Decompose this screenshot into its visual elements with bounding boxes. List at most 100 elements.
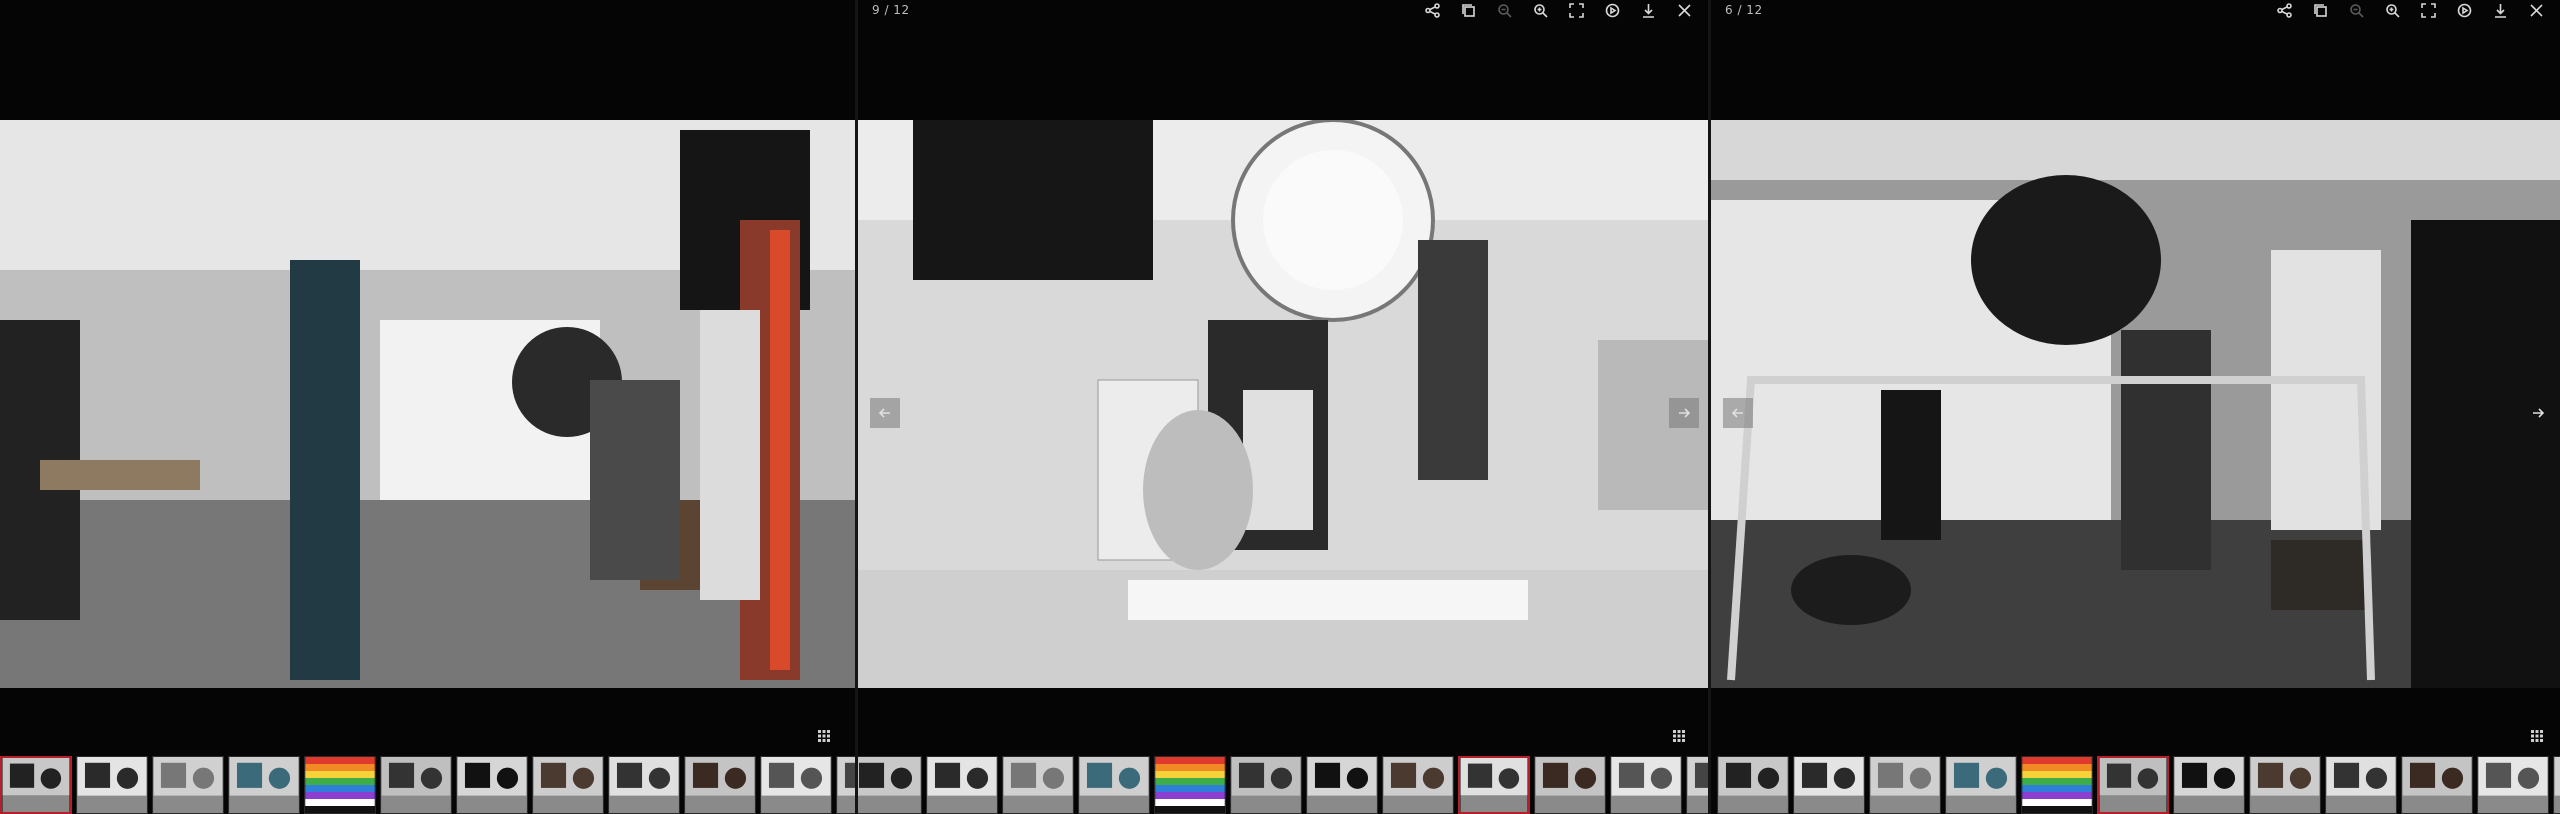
thumbnail-image [1870, 757, 1940, 813]
fullscreen-button[interactable] [2410, 0, 2446, 20]
thumbnail-image [381, 757, 451, 813]
thumbnail-image [761, 757, 831, 813]
thumbnail-item[interactable] [1717, 756, 1789, 814]
copy-button[interactable] [1450, 0, 1486, 20]
thumbnail-item[interactable] [858, 756, 922, 814]
copy-icon [2313, 3, 2327, 17]
download-button[interactable] [1630, 0, 1666, 20]
zoom-out-icon [1497, 3, 1512, 18]
zoom-in-button[interactable] [2374, 0, 2410, 20]
thumbnail-item[interactable] [1793, 756, 1865, 814]
thumbnail-image [153, 757, 223, 813]
studio-photo [0, 120, 855, 688]
grid-view-button[interactable] [2526, 725, 2548, 747]
zoom-in-icon [2385, 3, 2400, 18]
thumbnail-item[interactable] [532, 756, 604, 814]
zoom-in-button[interactable] [1522, 0, 1558, 20]
thumbnail-item[interactable] [2097, 756, 2169, 814]
thumbnail-image [1687, 757, 1708, 813]
share-button[interactable] [1414, 0, 1450, 20]
grid-view-button[interactable] [1668, 725, 1690, 747]
thumbnail-item[interactable] [76, 756, 148, 814]
grid-icon [2531, 730, 2543, 742]
thumbnail-item[interactable] [1869, 756, 1941, 814]
copy-button[interactable] [2302, 0, 2338, 20]
thumbnail-item[interactable] [926, 756, 998, 814]
thumbnail-image [2099, 758, 2167, 812]
viewer-pane-left [0, 0, 855, 814]
thumbnail-item[interactable] [1230, 756, 1302, 814]
thumbnail-item[interactable] [380, 756, 452, 814]
studio-photo [1711, 120, 2560, 688]
share-button[interactable] [2266, 0, 2302, 20]
thumbnail-item[interactable] [608, 756, 680, 814]
thumbnail-image [2326, 757, 2396, 813]
thumbnail-item[interactable] [2173, 756, 2245, 814]
arrow-right-icon [2533, 408, 2545, 418]
thumbnail-item[interactable] [304, 756, 376, 814]
thumbnail-item[interactable] [1686, 756, 1708, 814]
thumbnail-item[interactable] [2553, 756, 2560, 814]
thumbnail-item[interactable] [1154, 756, 1226, 814]
thumbnail-item[interactable] [2249, 756, 2321, 814]
thumbnail-item[interactable] [2477, 756, 2549, 814]
grid-view-button[interactable] [813, 725, 835, 747]
download-button[interactable] [2482, 0, 2518, 20]
thumbnail-image [1155, 757, 1225, 813]
thumbnail-item[interactable] [1458, 756, 1530, 814]
toolbar-buttons [2266, 0, 2554, 20]
play-icon [2457, 3, 2471, 17]
previous-image-button[interactable] [870, 398, 900, 428]
play-button[interactable] [2446, 0, 2482, 20]
thumbnail-item[interactable] [684, 756, 756, 814]
thumbnail-image [2174, 757, 2244, 813]
grid-icon [818, 730, 830, 742]
zoom-in-icon [1533, 3, 1548, 18]
download-icon [1642, 3, 1654, 18]
viewer-toolbar: 6 / 12 [1711, 0, 2560, 20]
thumbnail-image [1460, 758, 1528, 812]
close-button[interactable] [2518, 0, 2554, 20]
close-icon [2529, 3, 2543, 17]
thumbnail-item[interactable] [2021, 756, 2093, 814]
image-counter: 9 / 12 [872, 3, 910, 17]
next-image-button[interactable] [1669, 398, 1699, 428]
thumbnail-image [609, 757, 679, 813]
thumbnail-image [1383, 757, 1453, 813]
thumbnail-image [305, 757, 375, 813]
arrow-left-icon [1731, 408, 1743, 418]
previous-image-button[interactable] [1723, 398, 1753, 428]
thumbnail-item[interactable] [1534, 756, 1606, 814]
play-icon [1605, 3, 1619, 17]
thumbnail-item[interactable] [836, 756, 855, 814]
thumbnail-item[interactable] [228, 756, 300, 814]
close-button[interactable] [1666, 0, 1702, 20]
next-image-button[interactable] [2523, 398, 2553, 428]
fullscreen-icon [2420, 2, 2436, 18]
thumbnail-item[interactable] [152, 756, 224, 814]
share-icon [1424, 2, 1440, 18]
thumbnail-item[interactable] [1002, 756, 1074, 814]
thumbnail-item[interactable] [456, 756, 528, 814]
thumbnail-item[interactable] [2401, 756, 2473, 814]
thumbnail-item[interactable] [2325, 756, 2397, 814]
thumbnail-image [1079, 757, 1149, 813]
thumbnail-item[interactable] [760, 756, 832, 814]
play-button[interactable] [1594, 0, 1630, 20]
thumbnail-item[interactable] [0, 756, 72, 814]
thumbnail-item[interactable] [1078, 756, 1150, 814]
thumbnail-image [2022, 757, 2092, 813]
thumbnail-item[interactable] [1610, 756, 1682, 814]
thumbnail-image [2250, 757, 2320, 813]
thumbnail-image [685, 757, 755, 813]
toolbar-buttons [1414, 0, 1702, 20]
studio-photo [858, 120, 1708, 688]
viewer-toolbar: 9 / 12 [858, 0, 1708, 20]
thumbnail-image [2402, 757, 2472, 813]
fullscreen-button[interactable] [1558, 0, 1594, 20]
thumbnail-item[interactable] [1382, 756, 1454, 814]
thumbnail-image [2478, 757, 2548, 813]
thumbnail-item[interactable] [1306, 756, 1378, 814]
thumbnail-item[interactable] [1945, 756, 2017, 814]
thumbnail-image [1307, 757, 1377, 813]
